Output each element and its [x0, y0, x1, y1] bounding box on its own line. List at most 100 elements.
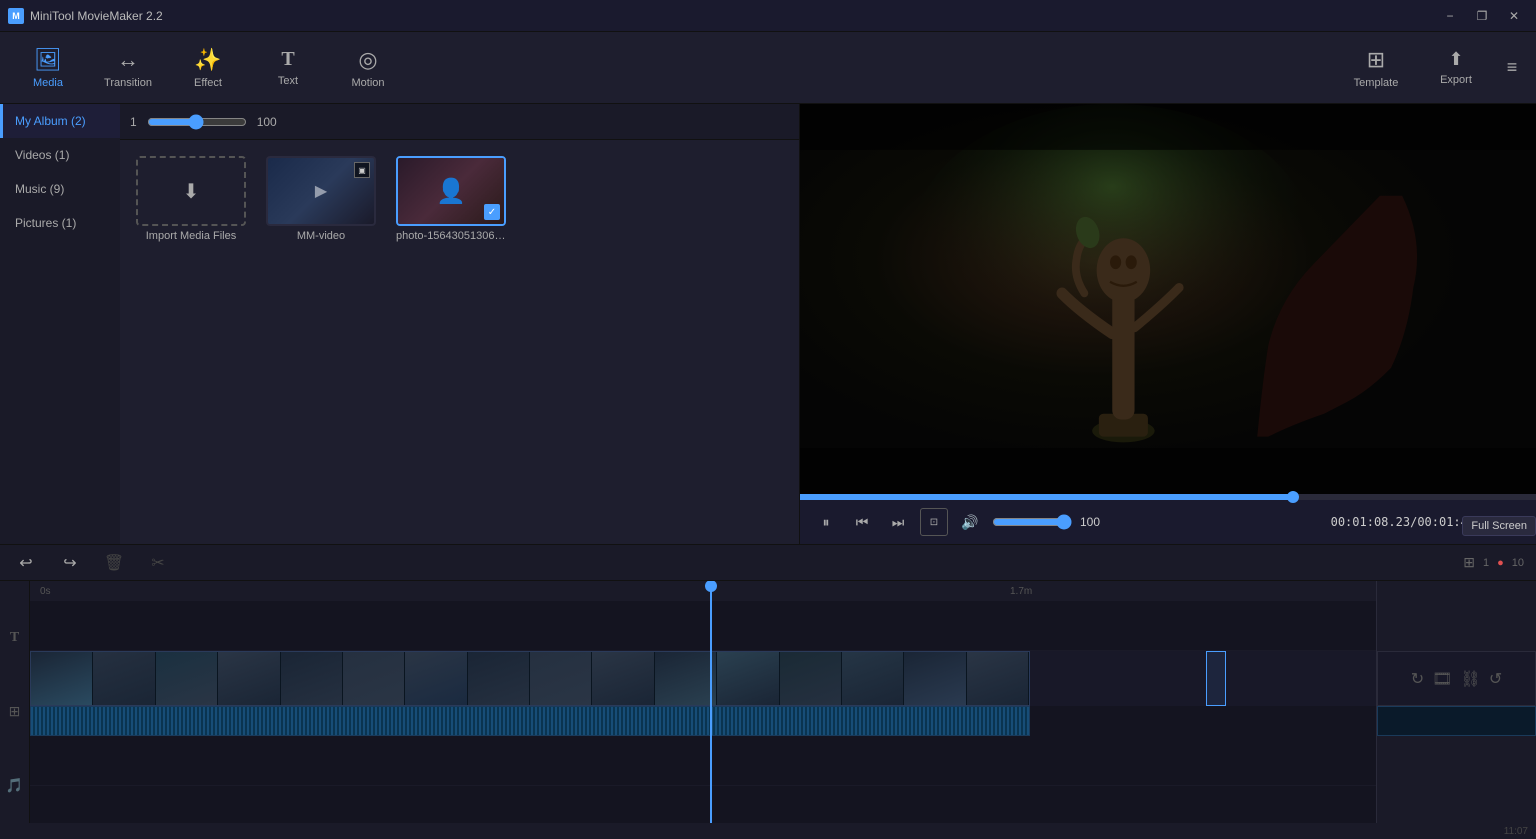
import-label: Import Media Files	[146, 230, 236, 242]
window-controls: − ❐ ✕	[1436, 6, 1528, 26]
split-button[interactable]: ✂	[144, 549, 172, 577]
close-button[interactable]: ✕	[1500, 6, 1528, 26]
media-area: 1 100 ⬇ Import Media Files	[120, 104, 799, 544]
audio-track-right	[1377, 706, 1536, 736]
preview-video	[800, 104, 1536, 494]
sidebar-item-my-album[interactable]: My Album (2)	[0, 104, 120, 138]
transition-icon: ↔	[117, 47, 139, 73]
toolbar-export[interactable]: ⬆ Export	[1416, 34, 1496, 102]
transition-label: Transition	[104, 77, 152, 89]
effect-icon: ✨	[194, 47, 221, 73]
film-cell	[592, 652, 654, 705]
import-media-item[interactable]: ⬇ Import Media Files	[136, 156, 246, 242]
motion-label: Motion	[351, 77, 384, 89]
media-item-photo[interactable]: 👤 ✓ photo-15643051306565...	[396, 156, 506, 242]
toolbar-menu-button[interactable]: ≡	[1496, 34, 1528, 102]
slider-value: 100	[257, 115, 277, 129]
volume-value: 100	[1080, 515, 1100, 529]
left-panel: My Album (2) Videos (1) Music (9) Pictur…	[0, 104, 800, 544]
timeline-tracks: 0s 1.7m	[30, 581, 1376, 823]
current-time: 00:01:08.23	[1331, 515, 1410, 529]
playhead[interactable]	[710, 581, 712, 823]
scale-value: 1	[1483, 557, 1489, 569]
minimize-button[interactable]: −	[1436, 6, 1464, 26]
timeline-right-segment: ↻ 🎞 ⛓ ↺	[1376, 581, 1536, 823]
slider-min-label: 1	[130, 115, 137, 129]
zoom-slider[interactable]	[147, 114, 247, 130]
menu-icon: ≡	[1507, 57, 1518, 78]
ruler-mark-0s: 0s	[40, 586, 51, 597]
text-track-icon: T	[10, 630, 19, 646]
film-icon[interactable]: 🎞	[1432, 669, 1452, 689]
timeline-toolbar: ↩ ↪ 🗑 ✂ ⊞ 1 ● 10	[0, 545, 1536, 581]
video-track-icon: ⊞	[9, 703, 21, 720]
effect-label: Effect	[194, 77, 222, 89]
track-labels: T ⊞ 🎵	[0, 581, 30, 823]
toolbar-text[interactable]: T Text	[248, 34, 328, 102]
film-cell	[405, 652, 467, 705]
dot-indicator: ●	[1497, 557, 1504, 569]
timeline-value: 10	[1512, 557, 1524, 569]
film-cell	[156, 652, 218, 705]
preview-progress[interactable]	[800, 494, 1536, 500]
toolbar-effect[interactable]: ✨ Effect	[168, 34, 248, 102]
maximize-button[interactable]: ❐	[1468, 6, 1496, 26]
status-time: 11:07	[1504, 826, 1528, 837]
preview-area	[800, 104, 1536, 494]
video-thumbnail: ▣	[268, 158, 374, 224]
video-indicator: ▣	[354, 162, 370, 178]
media-grid: ⬇ Import Media Files ▣ MM-video	[120, 140, 799, 544]
mm-video-thumb[interactable]: ▣	[266, 156, 376, 226]
ruler-spacer	[1377, 581, 1536, 601]
clip-marker	[1206, 651, 1226, 706]
media-icon: 🖼	[34, 47, 62, 73]
video-track	[30, 651, 1376, 706]
film-cell	[31, 652, 93, 705]
toolbar-media[interactable]: 🖼 Media	[8, 34, 88, 102]
film-cell	[218, 652, 280, 705]
undo-button[interactable]: ↩	[12, 549, 40, 577]
progress-handle[interactable]	[1287, 491, 1299, 503]
prev-frame-button[interactable]: ⏮	[848, 508, 876, 536]
toolbar-motion[interactable]: ◎ Motion	[328, 34, 408, 102]
film-cell	[93, 652, 155, 705]
next-frame-button[interactable]: ⏭	[884, 508, 912, 536]
link-icon[interactable]: ⛓	[1461, 669, 1481, 689]
sidebar-item-music[interactable]: Music (9)	[0, 172, 120, 206]
import-button[interactable]: ⬇	[136, 156, 246, 226]
toolbar-template[interactable]: ⊞ Template	[1336, 34, 1416, 102]
audio-track-icon: 🎵	[6, 777, 23, 794]
pause-button[interactable]: ⏸	[812, 508, 840, 536]
time-display: 00:01:08.23/00:01:43.00	[1331, 515, 1497, 529]
progress-filled	[800, 494, 1293, 500]
main-toolbar: 🖼 Media ↔ Transition ✨ Effect T Text ◎ M…	[0, 32, 1536, 104]
template-icon: ⊞	[1367, 47, 1385, 73]
media-item-mm-video[interactable]: ▣ MM-video	[266, 156, 376, 242]
track-ruler: 0s 1.7m	[30, 581, 1376, 601]
toolbar-transition[interactable]: ↔ Transition	[88, 34, 168, 102]
repeat-icon[interactable]: ↺	[1489, 669, 1502, 689]
sidebar-item-videos[interactable]: Videos (1)	[0, 138, 120, 172]
app-icon: M	[8, 8, 24, 24]
media-label: Media	[33, 77, 63, 89]
text-label: Text	[278, 75, 298, 87]
music-track	[30, 736, 1376, 786]
export-label: Export	[1440, 74, 1472, 86]
photo-thumb[interactable]: 👤 ✓	[396, 156, 506, 226]
scene-svg	[800, 104, 1536, 494]
fullscreen-expand-icon[interactable]: ⤢	[1513, 514, 1524, 531]
sidebar: My Album (2) Videos (1) Music (9) Pictur…	[0, 104, 120, 544]
filmstrip	[30, 651, 1030, 706]
delete-button[interactable]: 🗑	[100, 549, 128, 577]
volume-slider[interactable]	[992, 514, 1072, 530]
bottom-status: 11:07	[0, 823, 1536, 839]
crop-button[interactable]: ⊡	[920, 508, 948, 536]
redo-button[interactable]: ↪	[56, 549, 84, 577]
text-track	[30, 601, 1376, 651]
sidebar-item-pictures[interactable]: Pictures (1)	[0, 206, 120, 240]
waveform	[31, 707, 1029, 735]
rotate-icon[interactable]: ↻	[1411, 669, 1424, 689]
volume-button[interactable]: 🔊	[956, 508, 984, 536]
total-time: 00:01:43.00	[1417, 515, 1496, 529]
text-track-right	[1377, 601, 1536, 651]
